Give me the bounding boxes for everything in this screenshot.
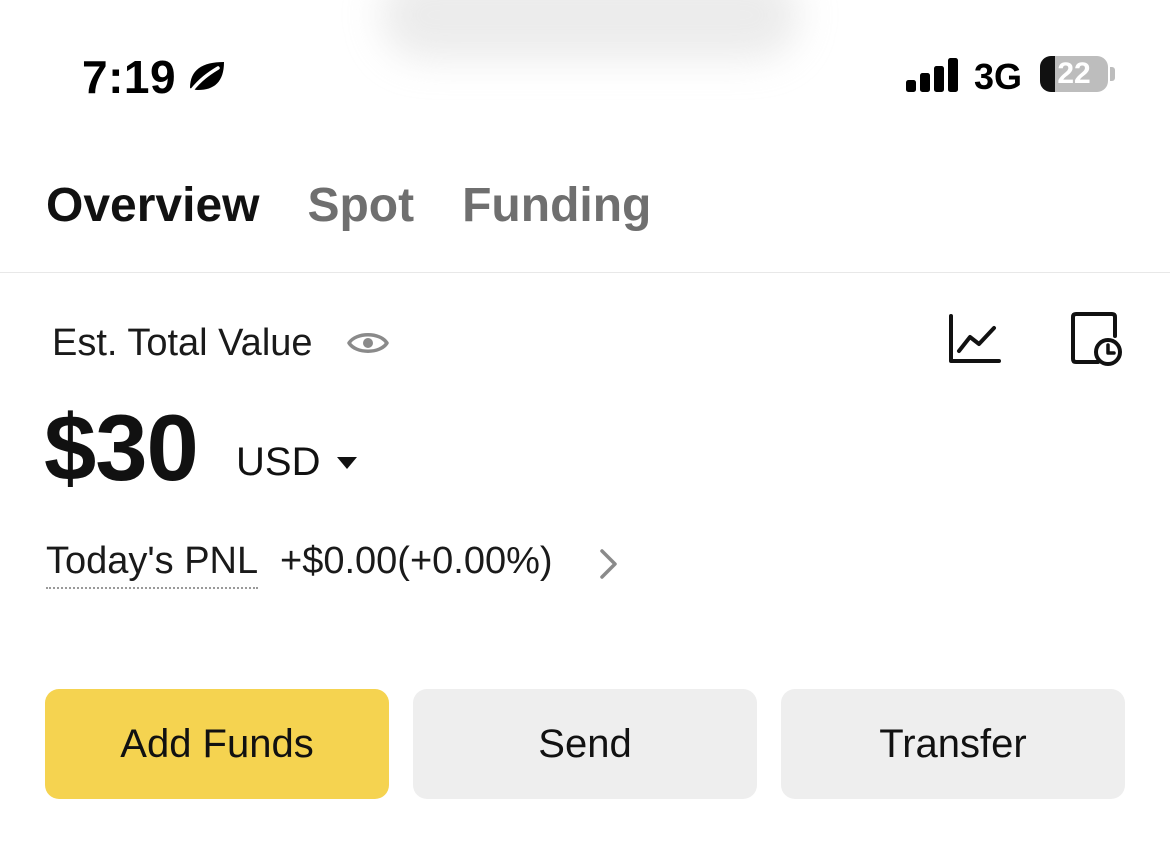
pnl-label[interactable]: Today's PNL — [46, 540, 259, 589]
add-funds-button[interactable]: Add Funds — [45, 689, 389, 799]
battery-cap — [1110, 67, 1115, 81]
currency-label: USD — [236, 440, 321, 484]
tab-funding[interactable]: Funding — [462, 178, 651, 233]
tabs-divider — [0, 272, 1170, 273]
line-chart-icon[interactable] — [946, 312, 1002, 366]
est-total-value-label: Est. Total Value — [52, 322, 313, 364]
wallet-tabs: Overview Spot Funding — [46, 178, 651, 233]
wallet-screen: 7:19 3G 22 Overview Spot Funding Est. To… — [0, 0, 1170, 841]
leaf-icon — [190, 62, 224, 92]
chevron-right-icon[interactable] — [598, 548, 620, 580]
eye-icon[interactable] — [346, 326, 390, 360]
status-time: 7:19 — [82, 51, 177, 103]
pnl-value: +$0.00(+0.00%) — [280, 540, 553, 582]
tab-overview[interactable]: Overview — [46, 178, 259, 233]
battery-icon: 22 — [1040, 56, 1108, 92]
send-button[interactable]: Send — [413, 689, 757, 799]
blurred-notch-overlay — [380, 0, 800, 60]
cellular-signal-icon — [906, 58, 958, 92]
currency-selector[interactable]: USD — [236, 440, 358, 485]
document-clock-icon[interactable] — [1068, 310, 1124, 368]
caret-down-icon — [337, 456, 358, 469]
transfer-button[interactable]: Transfer — [781, 689, 1125, 799]
battery-level: 22 — [1057, 57, 1091, 90]
network-type: 3G — [974, 56, 1023, 97]
total-value-amount: $30 — [44, 395, 199, 500]
tab-spot[interactable]: Spot — [307, 178, 414, 233]
